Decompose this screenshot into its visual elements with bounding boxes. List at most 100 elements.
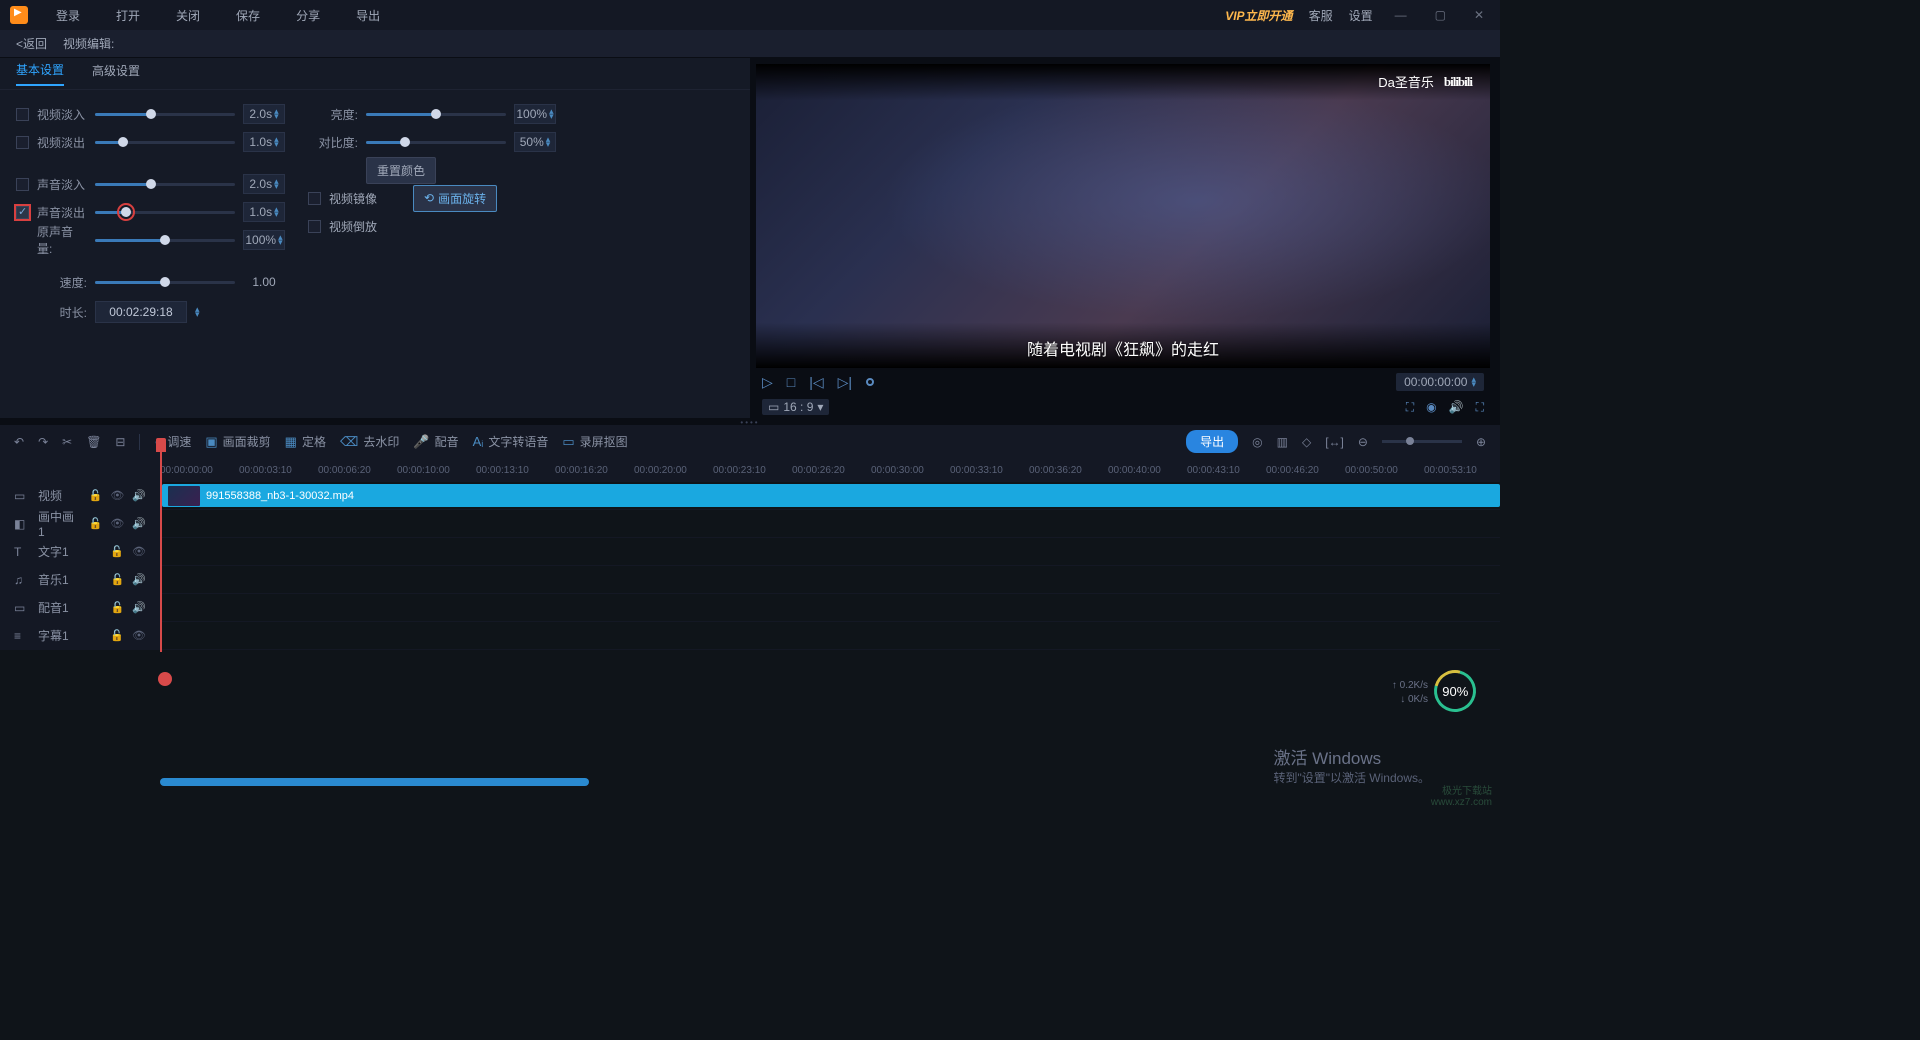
redo-icon[interactable]: ↷ xyxy=(38,435,48,449)
volume-icon[interactable]: 🔊 xyxy=(1449,400,1464,415)
customer-service-button[interactable]: 客服 xyxy=(1309,7,1333,24)
camera-icon[interactable]: ◉ xyxy=(1426,400,1436,415)
delete-icon[interactable]: 🗑 xyxy=(86,435,101,449)
video-track-content[interactable]: 991558388_nb3-1-30032.mp4 xyxy=(160,482,1500,509)
spinner-icon[interactable]: ▴▾ xyxy=(1471,377,1476,387)
pip-track-content[interactable] xyxy=(160,510,1500,537)
video-fade-in-value[interactable]: 2.0s▴▾ xyxy=(243,104,285,124)
maximize-icon[interactable]: ▢ xyxy=(1429,8,1452,22)
settings-button[interactable]: 设置 xyxy=(1349,7,1373,24)
next-frame-icon[interactable]: ▷| xyxy=(838,374,852,391)
original-volume-slider[interactable] xyxy=(95,239,235,242)
spinner-icon[interactable]: ▴▾ xyxy=(546,137,551,147)
zoom-slider[interactable] xyxy=(1382,440,1462,443)
lock-icon[interactable]: 🔓 xyxy=(110,629,124,642)
back-button[interactable]: <返回 xyxy=(16,35,47,52)
lock-icon[interactable]: 🔓 xyxy=(110,545,124,558)
minimize-icon[interactable]: — xyxy=(1389,8,1413,22)
rotate-button[interactable]: ⟲画面旋转 xyxy=(413,185,497,212)
music-track-content[interactable] xyxy=(160,566,1500,593)
audio-fade-out-checkbox[interactable] xyxy=(16,206,29,219)
timeline-ruler[interactable]: 00:00:00:0000:00:03:1000:00:06:2000:00:1… xyxy=(0,458,1500,482)
layout-icon[interactable]: ▥ xyxy=(1277,435,1288,449)
vip-upgrade-button[interactable]: VIP立即开通 xyxy=(1225,7,1292,24)
video-fade-out-slider[interactable] xyxy=(95,141,235,144)
spinner-icon[interactable]: ▴▾ xyxy=(195,307,200,317)
audio-fade-in-slider[interactable] xyxy=(95,183,235,186)
lock-icon[interactable]: 🔓 xyxy=(89,489,103,502)
save-button[interactable]: 保存 xyxy=(218,7,278,24)
open-button[interactable]: 打开 xyxy=(98,7,158,24)
spinner-icon[interactable]: ▴▾ xyxy=(274,137,279,147)
video-fade-out-value[interactable]: 1.0s▴▾ xyxy=(243,132,285,152)
eye-icon[interactable]: 👁 xyxy=(110,489,124,502)
record-icon[interactable] xyxy=(866,378,874,386)
speaker-icon[interactable]: 🔊 xyxy=(132,573,146,586)
export-button[interactable]: 导出 xyxy=(1186,430,1238,453)
stop-icon[interactable]: □ xyxy=(787,374,795,390)
split-icon[interactable]: ⊟ xyxy=(115,435,125,449)
voiceover-button[interactable]: 🎤配音 xyxy=(413,433,458,450)
fullscreen-icon[interactable]: ⛶ xyxy=(1476,400,1484,415)
freeze-frame-button[interactable]: ▦定格 xyxy=(285,433,326,450)
shield-icon[interactable]: ◇ xyxy=(1302,435,1311,449)
eye-icon[interactable]: 👁 xyxy=(132,629,146,642)
video-fade-out-checkbox[interactable] xyxy=(16,136,29,149)
voiceover-track-content[interactable] xyxy=(160,594,1500,621)
video-mirror-checkbox[interactable] xyxy=(308,192,321,205)
lock-icon[interactable]: 🔓 xyxy=(111,601,125,614)
audio-fade-out-value[interactable]: 1.0s▴▾ xyxy=(243,202,285,222)
zoom-in-icon[interactable]: ⊕ xyxy=(1476,435,1486,449)
audio-fade-in-value[interactable]: 2.0s▴▾ xyxy=(243,174,285,194)
speaker-icon[interactable]: 🔊 xyxy=(132,517,146,530)
video-fade-in-checkbox[interactable] xyxy=(16,108,29,121)
video-clip[interactable]: 991558388_nb3-1-30032.mp4 xyxy=(162,484,1500,507)
original-volume-value[interactable]: 100%▴▾ xyxy=(243,230,285,250)
subtitle-track-content[interactable] xyxy=(160,622,1500,649)
video-reverse-checkbox[interactable] xyxy=(308,220,321,233)
speed-slider[interactable] xyxy=(95,281,235,284)
spinner-icon[interactable]: ▴▾ xyxy=(274,207,279,217)
text-track-content[interactable] xyxy=(160,538,1500,565)
audio-fade-out-slider[interactable] xyxy=(95,211,235,214)
eye-icon[interactable]: 👁 xyxy=(110,517,124,530)
crop-button[interactable]: ▣画面裁剪 xyxy=(205,433,270,450)
tab-basic-settings[interactable]: 基本设置 xyxy=(16,61,64,86)
close-button[interactable]: 关闭 xyxy=(158,7,218,24)
speaker-icon[interactable]: 🔊 xyxy=(132,601,146,614)
brightness-value[interactable]: 100%▴▾ xyxy=(514,104,556,124)
audio-fade-in-checkbox[interactable] xyxy=(16,178,29,191)
zoom-out-icon[interactable]: ⊖ xyxy=(1358,435,1368,449)
undo-icon[interactable]: ↶ xyxy=(14,435,24,449)
speaker-icon[interactable]: 🔊 xyxy=(132,489,146,502)
spinner-icon[interactable]: ▴▾ xyxy=(549,109,554,119)
fit-icon[interactable]: [↔] xyxy=(1325,435,1344,449)
play-icon[interactable]: ▷ xyxy=(762,374,773,391)
window-close-icon[interactable]: ✕ xyxy=(1468,8,1490,22)
target-icon[interactable]: ◎ xyxy=(1252,435,1262,449)
eye-icon[interactable]: 👁 xyxy=(132,545,146,558)
reset-color-button[interactable]: 重置颜色 xyxy=(366,157,436,184)
video-fade-in-slider[interactable] xyxy=(95,113,235,116)
contrast-value[interactable]: 50%▴▾ xyxy=(514,132,556,152)
lock-icon[interactable]: 🔓 xyxy=(89,517,103,530)
text-to-speech-button[interactable]: Aᵢ文字转语音 xyxy=(473,433,549,450)
spinner-icon[interactable]: ▴▾ xyxy=(278,235,283,245)
share-button[interactable]: 分享 xyxy=(278,7,338,24)
lock-icon[interactable]: 🔓 xyxy=(111,573,125,586)
login-button[interactable]: 登录 xyxy=(38,7,98,24)
duration-input[interactable]: 00:02:29:18 xyxy=(95,301,187,323)
spinner-icon[interactable]: ▴▾ xyxy=(274,179,279,189)
playhead-end-marker[interactable] xyxy=(158,672,172,686)
contrast-slider[interactable] xyxy=(366,141,506,144)
cut-icon[interactable]: ✂ xyxy=(62,435,72,449)
brightness-slider[interactable] xyxy=(366,113,506,116)
remove-watermark-button[interactable]: ⌫去水印 xyxy=(340,433,399,450)
prev-frame-icon[interactable]: |◁ xyxy=(809,374,823,391)
spinner-icon[interactable]: ▴▾ xyxy=(274,109,279,119)
snapshot-icon[interactable]: ⛶ xyxy=(1406,400,1414,415)
aspect-ratio-selector[interactable]: ▭16 : 9▾ xyxy=(762,399,829,415)
export-menu-button[interactable]: 导出 xyxy=(338,7,398,24)
playhead-line[interactable] xyxy=(160,452,162,652)
tab-advanced-settings[interactable]: 高级设置 xyxy=(92,62,140,85)
